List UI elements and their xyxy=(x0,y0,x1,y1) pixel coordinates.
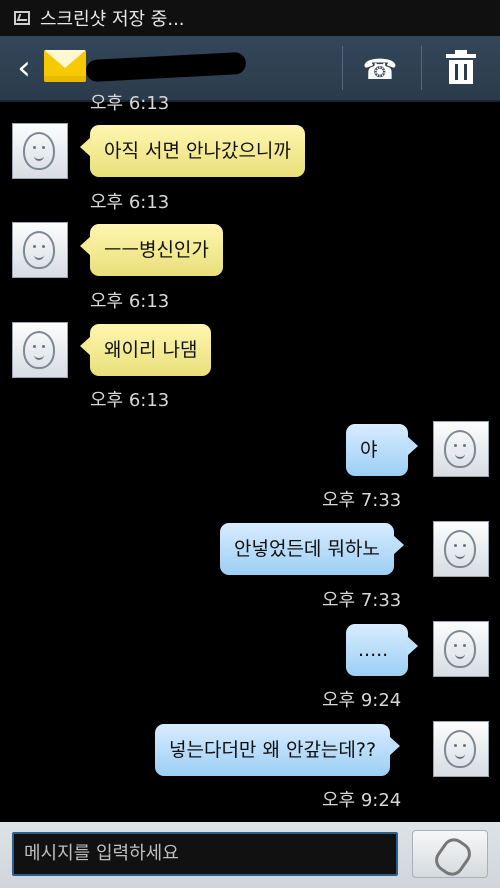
incoming-message-bubble[interactable]: 왜이리 나댐 xyxy=(79,324,212,376)
outgoing-message-bubble[interactable]: 안넣었든데 뭐하노 xyxy=(220,523,404,575)
trash-icon[interactable] xyxy=(444,50,478,86)
my-avatar xyxy=(433,521,489,577)
my-avatar xyxy=(433,421,489,477)
message-time: 오후 6:13 xyxy=(90,192,170,213)
message-time: 오후 9:24 xyxy=(322,690,402,711)
message-input[interactable]: 메시지를 입력하세요 xyxy=(12,832,398,876)
sender-avatar xyxy=(12,222,68,278)
incoming-message-bubble[interactable]: ㅡㅡ병신인가 xyxy=(80,224,223,276)
message-time-cutoff: 오후 6:13 xyxy=(90,93,170,114)
outgoing-message-bubble[interactable]: 넣는다더만 왜 안갚는데?? xyxy=(155,724,401,776)
message-time: 오후 6:13 xyxy=(90,291,170,312)
sender-avatar xyxy=(12,322,68,378)
paperclip-icon xyxy=(430,833,476,881)
conversation-header: ‹ ☎ xyxy=(0,36,500,102)
header-divider xyxy=(421,46,422,90)
status-bar: 스크린샷 저장 중... xyxy=(0,0,500,36)
phone-icon[interactable]: ☎ xyxy=(362,54,398,86)
header-divider xyxy=(342,46,343,90)
outgoing-message-bubble[interactable]: 야 xyxy=(346,424,418,476)
sender-avatar xyxy=(12,123,68,179)
my-avatar xyxy=(433,621,489,677)
status-text: 스크린샷 저장 중... xyxy=(40,9,185,30)
my-avatar xyxy=(433,721,489,777)
incoming-message-bubble[interactable]: 아직 서면 안나갔으니까 xyxy=(80,125,305,177)
message-time: 오후 9:24 xyxy=(322,790,402,811)
message-envelope-icon xyxy=(44,50,86,82)
message-composer: 메시지를 입력하세요 xyxy=(0,822,500,888)
attach-button[interactable] xyxy=(412,830,488,881)
message-time: 오후 6:13 xyxy=(90,390,170,411)
back-icon[interactable]: ‹ xyxy=(10,51,38,85)
message-time: 오후 7:33 xyxy=(322,490,402,511)
message-time: 오후 7:33 xyxy=(322,590,402,611)
screenshot-icon xyxy=(14,11,30,25)
redacted-contact-name xyxy=(85,51,247,83)
outgoing-message-bubble[interactable]: ..... xyxy=(346,624,418,676)
